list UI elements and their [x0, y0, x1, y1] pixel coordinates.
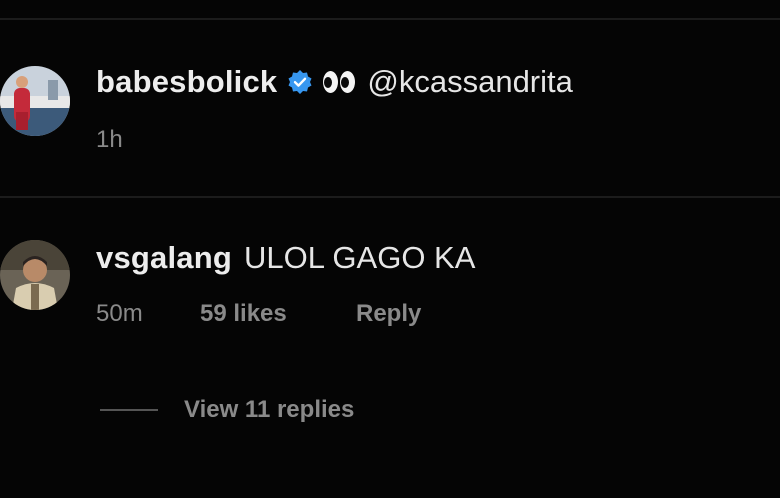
view-replies-button[interactable]: View 11 replies — [100, 396, 354, 424]
comment-divider — [0, 196, 780, 198]
comment-username[interactable]: babesbolick — [96, 64, 277, 100]
profile-photo-icon — [0, 240, 70, 310]
comment-time: 50m — [96, 300, 143, 327]
verified-badge-icon — [288, 70, 312, 94]
comment-time: 1h — [96, 126, 123, 153]
top-divider — [0, 18, 780, 20]
replies-line-divider — [100, 409, 158, 411]
comment-mention[interactable]: @kcassandrita — [367, 64, 573, 100]
avatar[interactable] — [0, 66, 70, 136]
view-replies-label[interactable]: View 11 replies — [184, 396, 354, 424]
comment-header: babesbolick @kcassandrita — [96, 64, 573, 100]
reply-button[interactable]: Reply — [356, 300, 421, 328]
like-count[interactable]: 59 likes — [200, 300, 287, 328]
comment-username[interactable]: vsgalang — [96, 240, 232, 276]
eyes-emoji-icon — [323, 71, 356, 93]
avatar[interactable] — [0, 240, 70, 310]
profile-photo-icon — [0, 66, 70, 136]
comment-header: vsgalang ULOL GAGO KA — [96, 240, 475, 276]
comment-text: ULOL GAGO KA — [243, 240, 476, 275]
